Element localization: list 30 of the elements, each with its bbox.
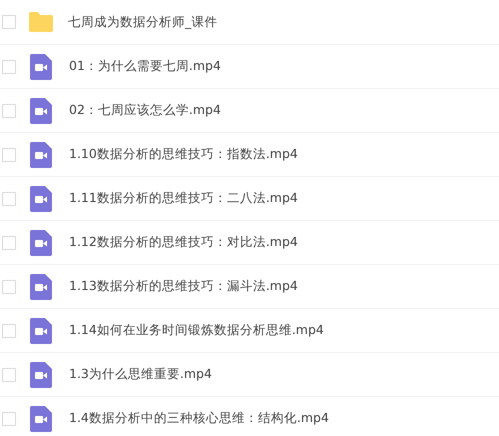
file-name[interactable]: 02：七周应该怎么学.mp4 [69, 102, 221, 119]
video-file-icon [30, 318, 52, 344]
file-name[interactable]: 七周成为数据分析师_课件 [68, 14, 218, 30]
video-file-icon [30, 274, 52, 300]
file-name[interactable]: 1.12数据分析的思维技巧：对比法.mp4 [69, 234, 298, 251]
checkbox[interactable] [2, 192, 16, 206]
file-name[interactable]: 1.4数据分析中的三种核心思维：结构化.mp4 [69, 410, 329, 427]
checkbox[interactable] [2, 324, 16, 338]
folder-icon [29, 12, 53, 32]
file-name[interactable]: 01：为什么需要七周.mp4 [69, 58, 221, 75]
file-name[interactable]: 1.10数据分析的思维技巧：指数法.mp4 [69, 146, 298, 163]
file-name[interactable]: 1.11数据分析的思维技巧：二八法.mp4 [69, 190, 298, 207]
file-name[interactable]: 1.14如何在业务时间锻炼数据分析思维.mp4 [69, 322, 324, 339]
video-file-icon [30, 186, 52, 212]
video-file-icon [30, 230, 52, 256]
checkbox[interactable] [2, 60, 16, 74]
video-file-icon [30, 142, 52, 168]
video-file-icon [30, 406, 52, 432]
checkbox[interactable] [2, 104, 16, 118]
checkbox[interactable] [2, 280, 16, 294]
video-file-icon [30, 362, 52, 388]
checkbox[interactable] [2, 368, 16, 382]
video-file-icon [30, 54, 52, 80]
file-name[interactable]: 1.3为什么思维重要.mp4 [69, 366, 212, 383]
checkbox[interactable] [2, 15, 16, 29]
checkbox[interactable] [2, 236, 16, 250]
file-name[interactable]: 1.13数据分析的思维技巧：漏斗法.mp4 [69, 278, 298, 295]
checkbox[interactable] [2, 412, 16, 426]
video-file-icon [30, 98, 52, 124]
checkbox[interactable] [2, 148, 16, 162]
